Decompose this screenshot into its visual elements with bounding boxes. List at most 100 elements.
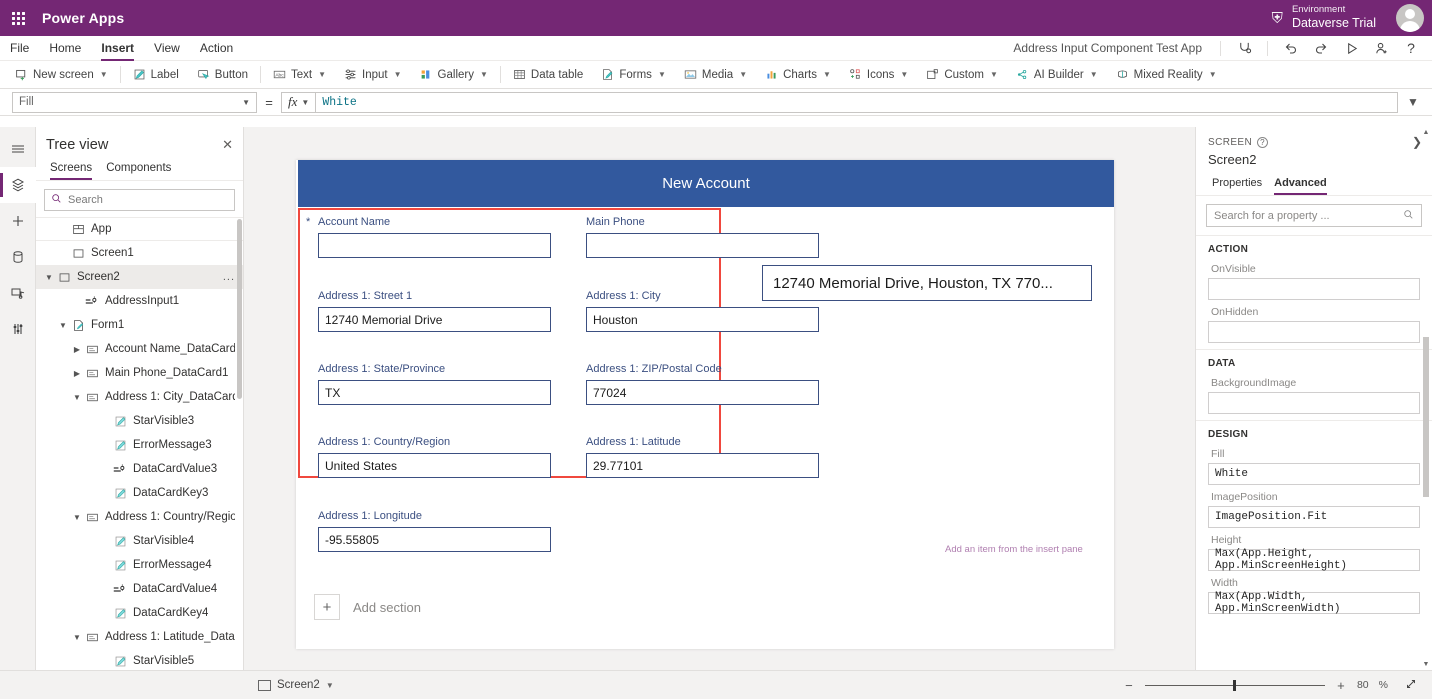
property-value-input[interactable]: ImagePosition.Fit [1208,506,1420,528]
tree-node-datacardvalue4[interactable]: DataCardValue4 [36,577,243,601]
media-menu[interactable]: Media▼ [675,61,756,89]
gallery-menu[interactable]: Gallery▼ [411,61,497,89]
tree-node-app[interactable]: App [36,217,243,241]
tree-node-datacardkey4[interactable]: DataCardKey4 [36,601,243,625]
chevron-down-icon[interactable]: ▼ [70,393,84,402]
brand-title[interactable]: Power Apps [42,10,124,26]
tree-node-main-phone-datacard1[interactable]: ▶Main Phone_DataCard1 [36,361,243,385]
tree-node-datacardvalue3[interactable]: DataCardValue3 [36,457,243,481]
media-icon[interactable] [0,275,36,311]
forms-menu[interactable]: Forms▼ [592,61,675,89]
tab-screens[interactable]: Screens [44,159,98,180]
preview-icon[interactable] [1336,36,1366,61]
tree-node-list[interactable]: AppScreen1▼Screen2...AddressInput1▼Form1… [36,217,243,670]
add-section-button[interactable]: + Add section [314,594,421,620]
zoom-slider-thumb[interactable] [1233,680,1236,691]
field-input[interactable]: Houston [586,307,819,332]
form-field-account-name[interactable]: *Account Name [318,216,551,258]
property-dropdown[interactable]: Fill ▼ [12,92,257,113]
avatar[interactable] [1396,4,1424,32]
tree-node-screen1[interactable]: Screen1 [36,241,243,265]
form-field-address-1-street-1[interactable]: Address 1: Street 112740 Memorial Drive [318,290,551,332]
menu-item-home[interactable]: Home [39,36,91,61]
screen-selector[interactable]: Screen2 ▼ [258,679,334,691]
insert-icon[interactable] [0,203,36,239]
address-input-control[interactable]: 12740 Memorial Drive, Houston, TX 770... [762,265,1092,301]
field-input[interactable]: -95.55805 [318,527,551,552]
chevron-down-icon[interactable]: ▼ [70,633,84,642]
environment-picker[interactable]: ⛨ Environment Dataverse Trial [1272,4,1376,32]
menu-item-action[interactable]: Action [190,36,243,61]
text-menu[interactable]: Abc Text▼ [264,61,335,89]
form-field-address-1-latitude[interactable]: Address 1: Latitude29.77101 [586,436,819,478]
tree-node-overflow-menu[interactable]: ... [223,271,235,283]
label-button[interactable]: Label [124,61,188,89]
field-input[interactable]: 77024 [586,380,819,405]
help-icon[interactable]: ? [1257,137,1268,148]
tab-properties[interactable]: Properties [1208,175,1266,195]
property-value-input[interactable] [1208,321,1420,343]
tree-node-account-name-datacard1[interactable]: ▶Account Name_DataCard1 [36,337,243,361]
field-input[interactable]: TX [318,380,551,405]
property-search-input[interactable]: Search for a property ... [1206,204,1422,227]
undo-icon[interactable] [1276,36,1306,61]
redo-icon[interactable] [1306,36,1336,61]
chevron-down-icon[interactable]: ▼ [326,681,334,690]
property-groups[interactable]: ACTIONOnVisibleOnHiddenDATABackgroundIma… [1196,236,1432,670]
property-value-input[interactable]: Max(App.Height, App.MinScreenHeight) [1208,549,1420,571]
formula-input[interactable]: White [316,92,1398,113]
tree-view-scrollbar[interactable] [237,219,242,399]
mixed-reality-menu[interactable]: Mixed Reality▼ [1107,61,1226,89]
tree-node-errormessage4[interactable]: ErrorMessage4 [36,553,243,577]
property-value-input[interactable] [1208,278,1420,300]
field-input[interactable]: 29.77101 [586,453,819,478]
input-menu[interactable]: Input▼ [335,61,411,89]
zoom-in-button[interactable]: + [1335,678,1347,693]
properties-scrollbar[interactable]: ▲ ▼ [1422,127,1430,670]
tab-components[interactable]: Components [100,159,177,180]
tree-node-addressinput1[interactable]: AddressInput1 [36,289,243,313]
chevron-down-icon[interactable]: ▼ [56,321,70,330]
tree-node-screen2[interactable]: ▼Screen2... [36,265,243,289]
hamburger-icon[interactable] [0,131,36,167]
field-input[interactable]: 12740 Memorial Drive [318,307,551,332]
close-icon[interactable]: ✕ [222,137,233,153]
scroll-thumb[interactable] [1423,337,1429,497]
form-field-address-1-longitude[interactable]: Address 1: Longitude-95.55805 [318,510,551,552]
form-field-address-1-zip-postal-code[interactable]: Address 1: ZIP/Postal Code77024 [586,363,819,405]
scroll-up-arrow-icon[interactable]: ▲ [1422,129,1430,136]
app-name-label[interactable]: Address Input Component Test App [1013,41,1212,55]
property-value-input[interactable]: White [1208,463,1420,485]
tab-advanced[interactable]: Advanced [1270,175,1331,195]
chevron-down-icon[interactable]: ▼ [70,513,84,522]
fit-screen-icon[interactable] [1404,677,1418,694]
form-field-main-phone[interactable]: Main Phone [586,216,819,258]
tree-node-starvisible4[interactable]: StarVisible4 [36,529,243,553]
form-field-address-1-state-province[interactable]: Address 1: State/ProvinceTX [318,363,551,405]
form-header[interactable]: New Account [298,160,1114,207]
chevron-down-icon[interactable]: ▼ [42,273,56,282]
menu-item-view[interactable]: View [144,36,190,61]
data-icon[interactable] [0,239,36,275]
zoom-slider[interactable] [1145,685,1325,686]
tree-node-starvisible5[interactable]: StarVisible5 [36,649,243,670]
tree-node-form1[interactable]: ▼Form1 [36,313,243,337]
chevron-right-icon[interactable]: ▶ [70,369,84,378]
tree-node-errormessage3[interactable]: ErrorMessage3 [36,433,243,457]
scroll-down-arrow-icon[interactable]: ▼ [1422,661,1430,668]
app-screen-canvas[interactable]: New Account *Account Name Main Phone Addre… [296,160,1114,649]
field-input[interactable] [318,233,551,258]
menu-item-insert[interactable]: Insert [91,36,144,61]
fx-button[interactable]: fx ▼ [281,92,316,113]
field-input[interactable]: United States [318,453,551,478]
app-checker-icon[interactable] [1229,36,1259,61]
expand-formula-bar-icon[interactable]: ▼ [1398,95,1428,109]
charts-menu[interactable]: Charts▼ [756,61,840,89]
property-value-input[interactable]: Max(App.Width, App.MinScreenWidth) [1208,592,1420,614]
menu-item-file[interactable]: File [0,36,39,61]
advanced-tools-icon[interactable] [0,311,36,347]
share-icon[interactable] [1366,36,1396,61]
tree-node-starvisible3[interactable]: StarVisible3 [36,409,243,433]
button-button[interactable]: Button [188,61,257,89]
tree-node-address-1-city-datacard1[interactable]: ▼Address 1: City_DataCard1 [36,385,243,409]
